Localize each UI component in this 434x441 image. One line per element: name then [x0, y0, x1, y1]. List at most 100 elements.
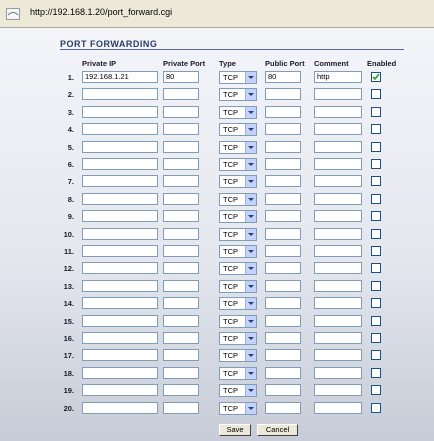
cancel-button[interactable]: Cancel — [257, 424, 298, 436]
comment-field[interactable] — [314, 279, 362, 292]
private-ip-field[interactable] — [82, 158, 158, 170]
private-port-field[interactable] — [163, 105, 199, 118]
type-select[interactable]: TCP — [219, 245, 257, 258]
enabled-checkbox[interactable] — [371, 280, 381, 291]
private-port-field[interactable] — [163, 349, 199, 362]
public-port-field[interactable] — [265, 227, 301, 240]
enabled-checkbox[interactable] — [371, 72, 381, 82]
public-port-field[interactable] — [265, 366, 301, 379]
chevron-down-icon[interactable] — [245, 402, 256, 414]
chevron-down-icon[interactable] — [245, 280, 256, 292]
enabled-checkbox[interactable] — [371, 298, 381, 309]
private-ip-field[interactable] — [82, 140, 158, 153]
enabled-checkbox[interactable] — [371, 159, 381, 169]
comment-field[interactable] — [314, 366, 362, 379]
enabled-checkbox[interactable] — [371, 106, 381, 117]
private-port-field[interactable] — [163, 158, 199, 170]
public-port-field[interactable] — [265, 279, 301, 292]
comment-field[interactable] — [314, 227, 362, 240]
type-select[interactable]: TCP — [219, 279, 257, 293]
chevron-down-icon[interactable] — [245, 315, 256, 327]
public-port-field[interactable] — [265, 401, 301, 414]
private-ip-field[interactable] — [82, 262, 158, 275]
comment-field[interactable] — [314, 262, 362, 275]
private-ip-field[interactable]: 192.168.1.21 — [82, 71, 158, 83]
type-select[interactable]: TCP — [219, 71, 257, 84]
chevron-down-icon[interactable] — [245, 193, 256, 205]
type-select[interactable]: TCP — [219, 227, 257, 241]
private-ip-field[interactable] — [82, 88, 158, 101]
chevron-down-icon[interactable] — [245, 176, 256, 188]
type-select[interactable]: TCP — [219, 314, 257, 328]
chevron-down-icon[interactable] — [245, 333, 256, 344]
chevron-down-icon[interactable] — [245, 350, 256, 362]
comment-field[interactable] — [314, 140, 362, 153]
private-port-field[interactable] — [163, 227, 199, 240]
chevron-down-icon[interactable] — [245, 228, 256, 240]
comment-field[interactable] — [314, 210, 362, 223]
public-port-field[interactable]: 80 — [265, 71, 301, 83]
private-ip-field[interactable] — [82, 332, 158, 344]
public-port-field[interactable] — [265, 245, 301, 257]
comment-field[interactable] — [314, 401, 362, 414]
enabled-checkbox[interactable] — [371, 246, 381, 256]
enabled-checkbox[interactable] — [371, 228, 381, 239]
type-select[interactable]: TCP — [219, 349, 257, 363]
private-ip-field[interactable] — [82, 210, 158, 223]
public-port-field[interactable] — [265, 140, 301, 153]
type-select[interactable]: TCP — [219, 262, 257, 276]
type-select[interactable]: TCP — [219, 366, 257, 380]
comment-field[interactable] — [314, 175, 362, 188]
enabled-checkbox[interactable] — [371, 263, 381, 274]
type-select[interactable]: TCP — [219, 192, 257, 206]
private-ip-field[interactable] — [82, 105, 158, 118]
private-ip-field[interactable] — [82, 349, 158, 362]
enabled-checkbox[interactable] — [371, 193, 381, 204]
private-ip-field[interactable] — [82, 227, 158, 240]
private-port-field[interactable] — [163, 88, 199, 101]
comment-field[interactable] — [314, 245, 362, 257]
enabled-checkbox[interactable] — [371, 315, 381, 326]
private-port-field[interactable] — [163, 314, 199, 327]
comment-field[interactable]: http — [314, 71, 362, 83]
chevron-down-icon[interactable] — [245, 106, 256, 118]
private-ip-field[interactable] — [82, 297, 158, 310]
private-ip-field[interactable] — [82, 192, 158, 205]
chevron-down-icon[interactable] — [245, 263, 256, 275]
type-select[interactable]: TCP — [219, 88, 257, 102]
private-port-field[interactable] — [163, 366, 199, 379]
comment-field[interactable] — [314, 105, 362, 118]
type-select[interactable]: TCP — [219, 140, 257, 154]
comment-field[interactable] — [314, 349, 362, 362]
comment-field[interactable] — [314, 297, 362, 310]
public-port-field[interactable] — [265, 210, 301, 223]
private-ip-field[interactable] — [82, 401, 158, 414]
public-port-field[interactable] — [265, 123, 301, 136]
public-port-field[interactable] — [265, 384, 301, 397]
type-select[interactable]: TCP — [219, 401, 257, 415]
url-text[interactable]: http://192.168.1.20/port_forward.cgi — [30, 7, 172, 17]
private-port-field[interactable] — [163, 123, 199, 136]
private-port-field[interactable] — [163, 140, 199, 153]
private-ip-field[interactable] — [82, 366, 158, 379]
enabled-checkbox[interactable] — [371, 124, 381, 135]
private-ip-field[interactable] — [82, 314, 158, 327]
chevron-down-icon[interactable] — [245, 367, 256, 379]
public-port-field[interactable] — [265, 297, 301, 310]
enabled-checkbox[interactable] — [371, 402, 381, 413]
type-select[interactable]: TCP — [219, 210, 257, 224]
comment-field[interactable] — [314, 123, 362, 136]
type-select[interactable]: TCP — [219, 384, 257, 398]
private-port-field[interactable] — [163, 192, 199, 205]
enabled-checkbox[interactable] — [371, 350, 381, 361]
enabled-checkbox[interactable] — [371, 211, 381, 222]
chevron-down-icon[interactable] — [245, 141, 256, 153]
private-port-field[interactable] — [163, 210, 199, 223]
private-ip-field[interactable] — [82, 175, 158, 188]
enabled-checkbox[interactable] — [371, 141, 381, 152]
type-select[interactable]: TCP — [219, 332, 257, 345]
save-button[interactable]: Save — [219, 424, 251, 436]
public-port-field[interactable] — [265, 158, 301, 170]
type-select[interactable]: TCP — [219, 297, 257, 311]
comment-field[interactable] — [314, 88, 362, 101]
